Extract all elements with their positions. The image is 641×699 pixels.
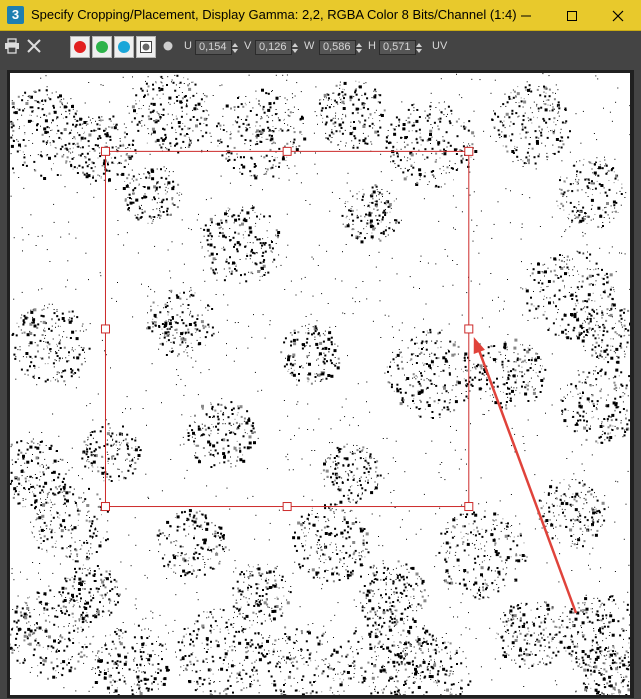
red-channel-button[interactable]: [70, 36, 90, 58]
image-canvas[interactable]: [10, 73, 630, 695]
noise-texture: [10, 73, 630, 695]
circle-icon: [163, 41, 173, 51]
uv-toggle[interactable]: UV: [432, 40, 447, 52]
print-button[interactable]: [3, 37, 21, 55]
minimize-icon: [521, 15, 531, 16]
crop-handle-bottom-center[interactable]: [282, 502, 292, 512]
crop-region[interactable]: [100, 146, 474, 512]
crop-rectangle[interactable]: [104, 150, 470, 508]
green-circle-icon: [96, 41, 108, 53]
v-spinner-field[interactable]: 0,126: [255, 40, 292, 55]
u-label: U: [184, 40, 192, 52]
arrow-head: [473, 336, 485, 355]
v-spinner-arrows[interactable]: [291, 41, 299, 54]
crop-handle-bottom-right[interactable]: [464, 502, 474, 512]
u-spinner-field[interactable]: 0,154: [195, 40, 232, 55]
blue-circle-icon: [118, 41, 130, 53]
u-spinner-arrows[interactable]: [231, 41, 239, 54]
monochrome-button[interactable]: [159, 37, 177, 55]
crop-handle-middle-right[interactable]: [464, 324, 474, 334]
w-spinner-arrows[interactable]: [355, 41, 363, 54]
h-label: H: [368, 40, 376, 52]
h-spinner-arrows[interactable]: [415, 41, 423, 54]
minimize-button[interactable]: [503, 0, 549, 31]
crop-handle-middle-left[interactable]: [100, 324, 110, 334]
close-button[interactable]: [595, 0, 641, 31]
texture-image: [10, 73, 630, 695]
alpha-channel-button[interactable]: [136, 36, 156, 58]
channel-toggles: [70, 36, 158, 58]
annotation-arrow: [473, 336, 578, 614]
x-icon: [27, 39, 41, 53]
crop-handle-top-center[interactable]: [282, 146, 292, 156]
maximize-button[interactable]: [549, 0, 595, 31]
clear-button[interactable]: [25, 37, 43, 55]
maximize-icon: [567, 10, 577, 21]
w-label: W: [304, 40, 315, 52]
red-circle-icon: [74, 41, 86, 53]
blue-channel-button[interactable]: [114, 36, 134, 58]
v-label: V: [244, 40, 252, 52]
crop-handle-top-right[interactable]: [464, 146, 474, 156]
title-bar: 3 Specify Cropping/Placement, Display Ga…: [0, 0, 641, 31]
green-channel-button[interactable]: [92, 36, 112, 58]
crop-handle-top-left[interactable]: [100, 146, 110, 156]
window-title: Specify Cropping/Placement, Display Gamm…: [31, 7, 517, 22]
arrow-shaft: [476, 346, 578, 614]
crop-handle-bottom-left[interactable]: [100, 502, 110, 512]
close-icon: [612, 10, 624, 21]
printer-icon: [5, 38, 19, 54]
alpha-square-icon: [140, 41, 152, 53]
app-icon: 3: [7, 6, 24, 24]
h-spinner-field[interactable]: 0,571: [379, 40, 416, 55]
w-spinner-field[interactable]: 0,586: [319, 40, 356, 55]
